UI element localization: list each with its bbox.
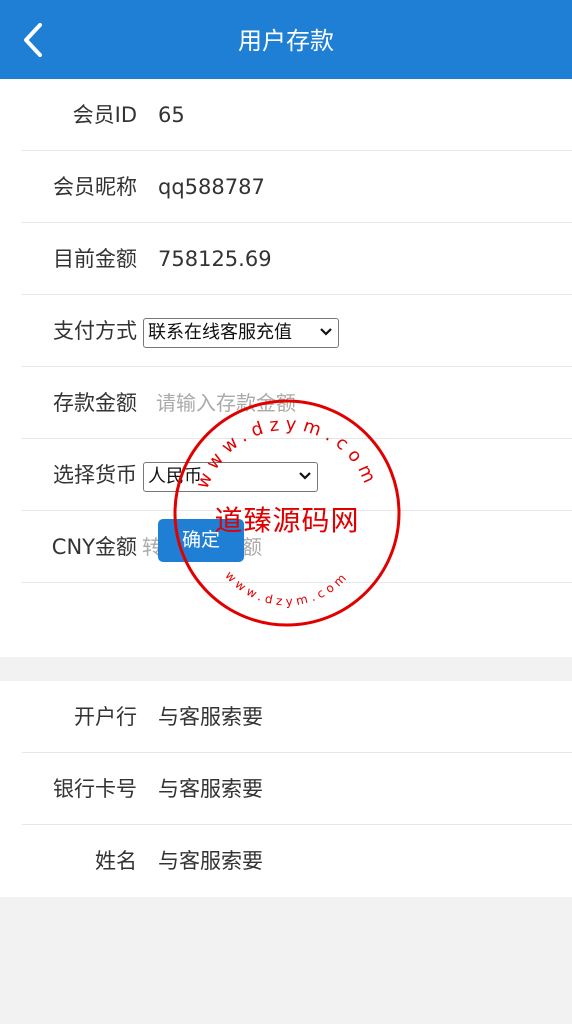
deposit-form: 会员ID 65 会员昵称 qq588787 目前金额 758125.69 支付方… [0,79,572,657]
deposit-amount-row: 存款金额 [22,367,572,439]
currency-row: 选择货币 人民币 [22,439,572,511]
bank-info-card: 开户行 与客服索要 银行卡号 与客服索要 姓名 与客服索要 [0,681,572,897]
nickname-label: 会员昵称 [53,175,137,199]
currency-select[interactable]: 人民币 [143,462,318,492]
payment-method-selected: 联系在线客服充值 [148,322,292,343]
member-id-row: 会员ID 65 [22,79,572,151]
currency-label: 选择货币 [53,463,137,487]
top-bar: 用户存款 [0,0,572,79]
payment-method-label: 支付方式 [53,319,137,343]
account-name-value: 与客服索要 [158,849,263,873]
payment-method-select[interactable]: 联系在线客服充值 [143,318,339,348]
account-name-label: 姓名 [95,849,137,873]
nickname-row: 会员昵称 qq588787 [22,151,572,223]
balance-label: 目前金额 [53,247,137,271]
nickname-value: qq588787 [158,175,265,199]
cny-amount-row: CNY金额 [22,511,572,583]
confirm-button[interactable]: 确定 [158,519,244,562]
page-title: 用户存款 [238,27,334,55]
payment-method-row: 支付方式 联系在线客服充值 [22,295,572,367]
cny-amount-label: CNY金额 [51,535,137,559]
balance-row: 目前金额 758125.69 [22,223,572,295]
balance-value: 758125.69 [158,247,272,271]
currency-selected: 人民币 [148,466,202,487]
bank-value: 与客服索要 [158,705,263,729]
account-name-row: 姓名 与客服索要 [22,825,572,897]
card-number-value: 与客服索要 [158,777,263,801]
member-id-label: 会员ID [72,103,137,127]
deposit-amount-input[interactable] [156,387,456,419]
bank-row: 开户行 与客服索要 [22,681,572,753]
card-number-label: 银行卡号 [53,777,137,801]
member-id-value: 65 [158,103,185,127]
card-number-row: 银行卡号 与客服索要 [22,753,572,825]
deposit-amount-label: 存款金额 [53,391,137,415]
chevron-down-icon [299,472,311,480]
chevron-down-icon [320,328,332,336]
bank-label: 开户行 [74,705,137,729]
confirm-row [22,583,572,655]
